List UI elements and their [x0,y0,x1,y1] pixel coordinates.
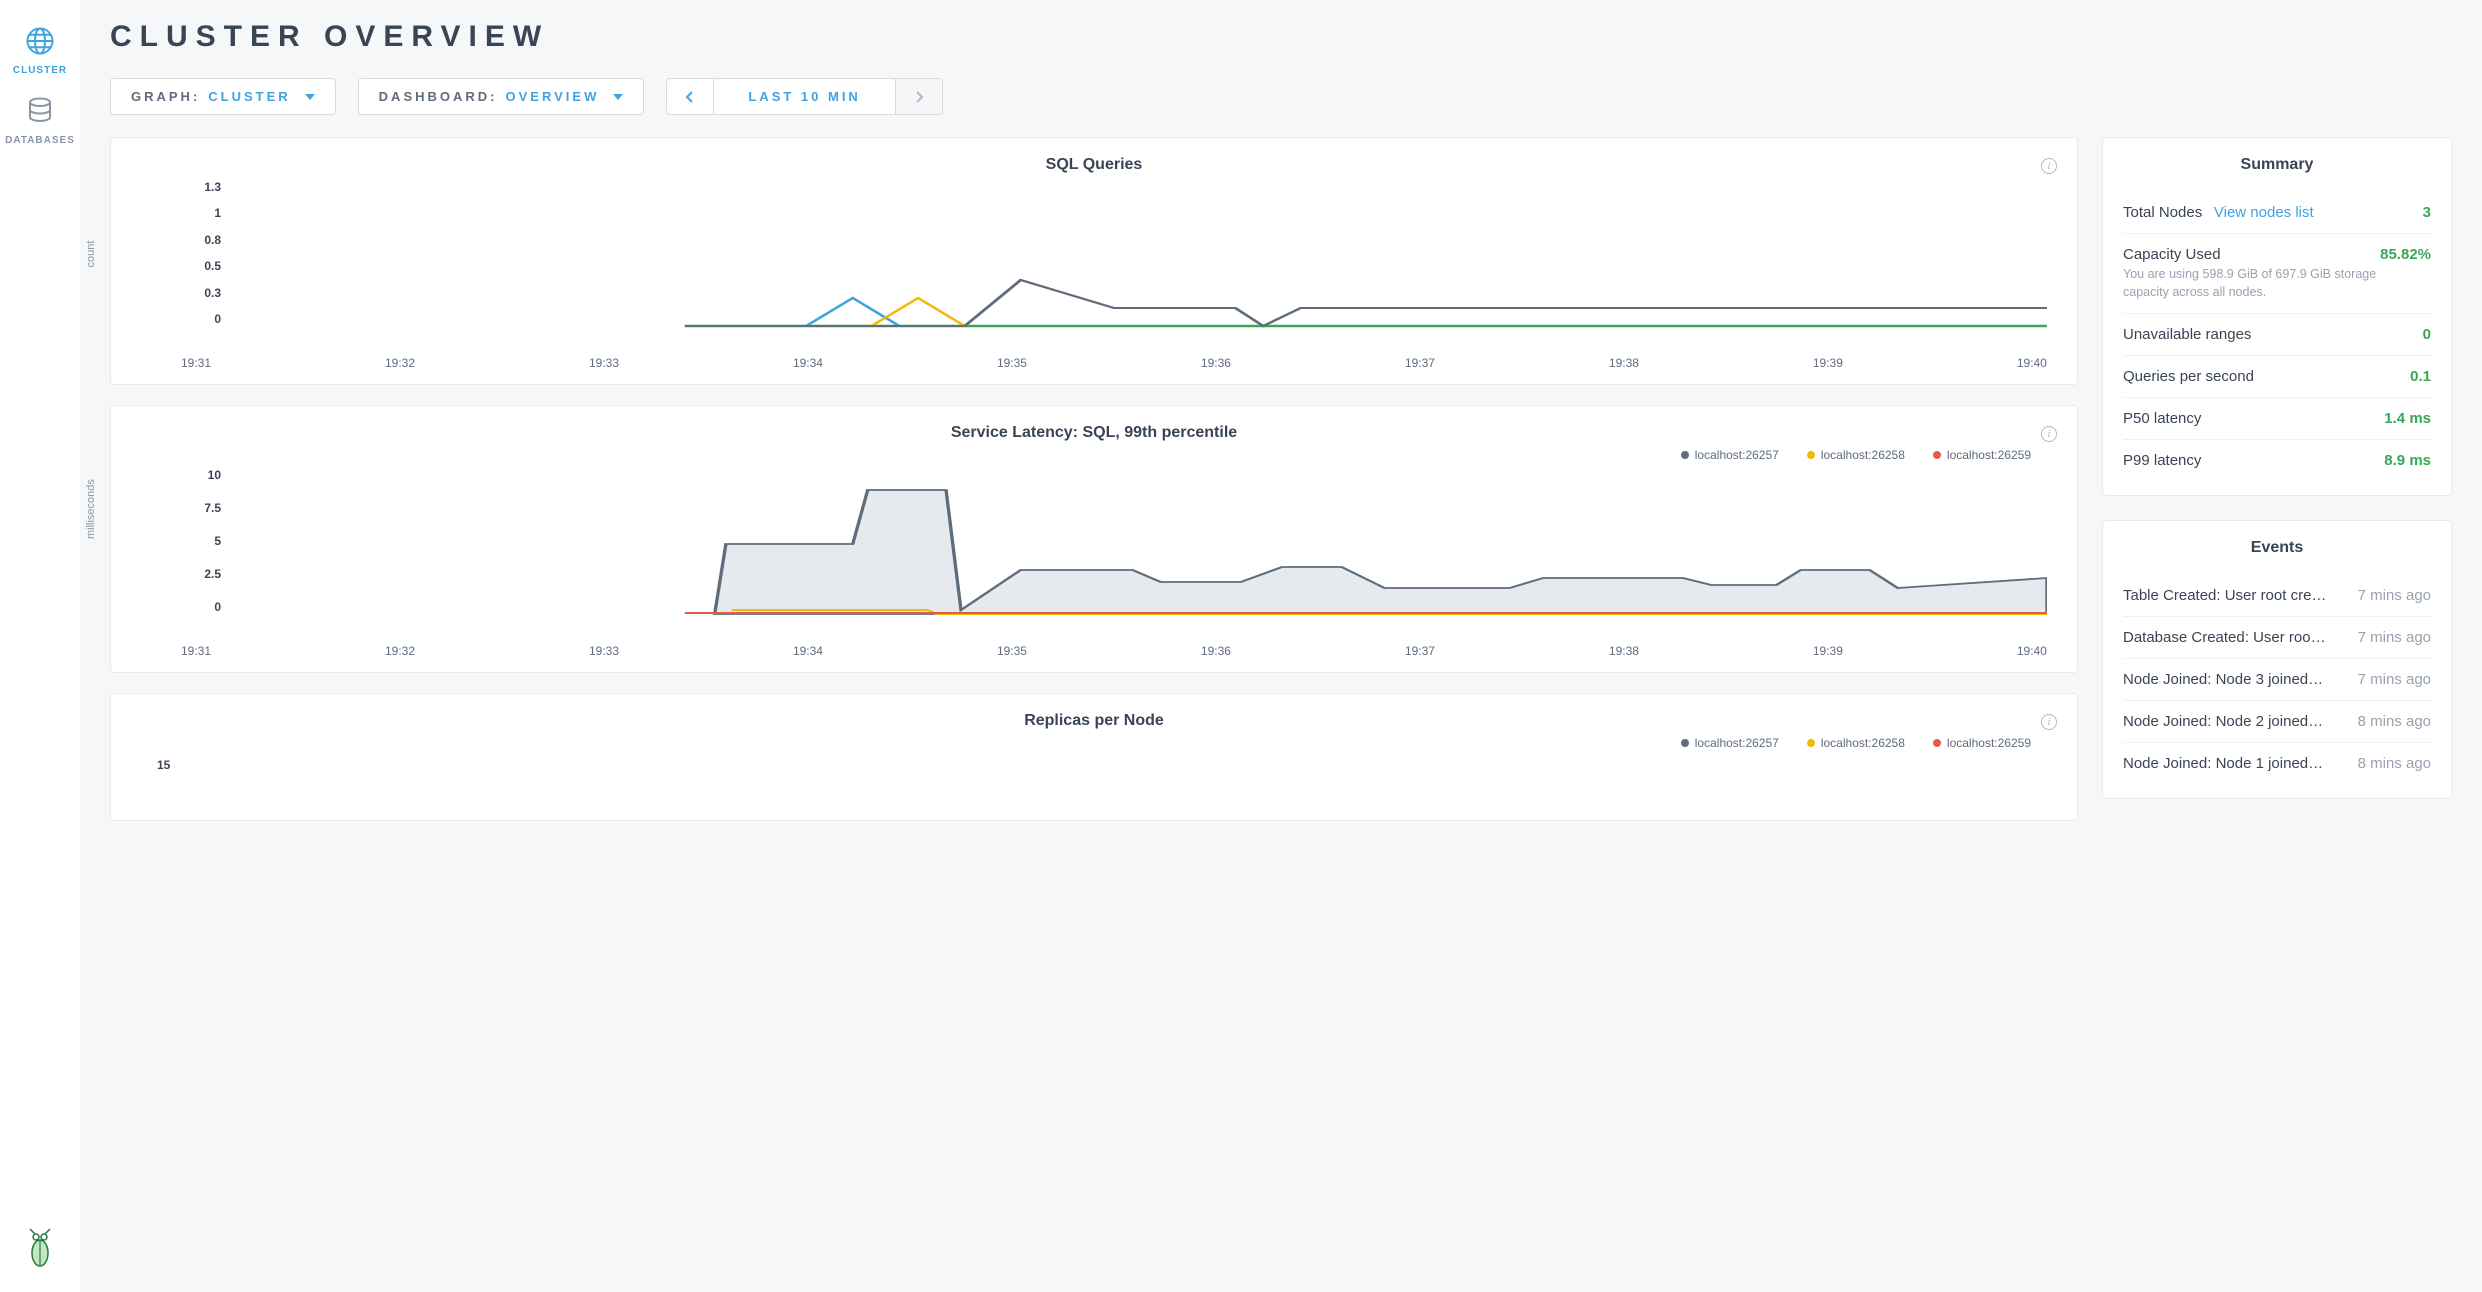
summary-label: Unavailable ranges [2123,326,2251,343]
sidebar-item-label: DATABASES [5,135,75,146]
chart-card-sql-queries: i SQL Queries count 1.3 1 0.8 0.5 0.3 0 [110,137,2078,385]
summary-value: 0 [2423,326,2431,343]
sidebar-item-databases[interactable]: DATABASES [0,86,80,156]
event-row[interactable]: Database Created: User roo… 7 mins ago [2123,617,2431,659]
event-text: Table Created: User root cre… [2123,587,2348,604]
chart-plot-area: 10 7.5 5 2.5 0 [181,468,2047,638]
database-icon [25,96,55,129]
summary-value: 3 [2423,204,2431,221]
dashboard-dropdown-value: OVERVIEW [506,89,600,104]
summary-subtext: You are using 598.9 GiB of 697.9 GiB sto… [2123,266,2380,301]
view-nodes-link[interactable]: View nodes list [2214,204,2314,221]
dashboard-dropdown-label: DASHBOARD: [379,89,498,104]
event-text: Database Created: User roo… [2123,629,2348,646]
event-row[interactable]: Node Joined: Node 3 joined… 7 mins ago [2123,659,2431,701]
y-axis-label: milliseconds [85,479,97,539]
chevron-down-icon [305,94,315,100]
time-next-button[interactable] [896,79,942,114]
event-text: Node Joined: Node 3 joined… [2123,671,2348,688]
graph-dropdown-label: GRAPH: [131,89,200,104]
chart-legend: localhost:26257 localhost:26258 localhos… [131,448,2031,462]
y-axis-ticks: 10 7.5 5 2.5 0 [181,468,221,614]
legend-item: localhost:26257 [1681,736,1779,750]
legend-item: localhost:26258 [1807,736,1905,750]
event-row[interactable]: Node Joined: Node 1 joined… 8 mins ago [2123,743,2431,784]
event-time: 7 mins ago [2358,587,2431,604]
controls-bar: GRAPH: CLUSTER DASHBOARD: OVERVIEW LAST … [110,78,2452,115]
globe-icon [25,26,55,59]
info-icon[interactable]: i [2041,426,2057,442]
chevron-left-icon [685,91,695,103]
x-axis-ticks: 19:31 19:32 19:33 19:34 19:35 19:36 19:3… [181,356,2047,370]
legend-dot-icon [1681,451,1689,459]
event-row[interactable]: Node Joined: Node 2 joined… 8 mins ago [2123,701,2431,743]
summary-label: P99 latency [2123,452,2201,469]
summary-label: Capacity Used [2123,246,2380,263]
summary-row-total-nodes: Total Nodes View nodes list 3 [2123,192,2431,234]
time-prev-button[interactable] [667,79,714,114]
legend-dot-icon [1807,451,1815,459]
sidebar-item-cluster[interactable]: CLUSTER [0,16,80,86]
time-range-label[interactable]: LAST 10 MIN [714,79,895,114]
chart-plot-area: 15 [181,756,2057,806]
chart-plot-area: 1.3 1 0.8 0.5 0.3 0 [181,180,2047,350]
legend-dot-icon [1807,739,1815,747]
chart-card-service-latency: i Service Latency: SQL, 99th percentile … [110,405,2078,673]
summary-row-capacity: Capacity Used You are using 598.9 GiB of… [2123,234,2431,314]
chevron-right-icon [914,91,924,103]
summary-row-unavailable: Unavailable ranges 0 [2123,314,2431,356]
legend-dot-icon [1681,739,1689,747]
summary-label: Queries per second [2123,368,2254,385]
summary-row-p99: P99 latency 8.9 ms [2123,440,2431,481]
dashboard-dropdown[interactable]: DASHBOARD: OVERVIEW [358,78,645,115]
chevron-down-icon [613,94,623,100]
event-text: Node Joined: Node 1 joined… [2123,755,2348,772]
summary-label: Total Nodes [2123,204,2202,221]
summary-row-p50: P50 latency 1.4 ms [2123,398,2431,440]
summary-panel: Summary Total Nodes View nodes list 3 Ca… [2102,137,2452,496]
info-icon[interactable]: i [2041,158,2057,174]
legend-item: localhost:26259 [1933,448,2031,462]
sidebar: CLUSTER DATABASES [0,0,80,1292]
summary-value: 1.4 ms [2384,410,2431,427]
summary-label: P50 latency [2123,410,2201,427]
graph-dropdown[interactable]: GRAPH: CLUSTER [110,78,336,115]
y-axis-ticks: 1.3 1 0.8 0.5 0.3 0 [181,180,221,326]
sidebar-item-label: CLUSTER [13,65,67,76]
graph-dropdown-value: CLUSTER [208,89,290,104]
events-title: Events [2123,539,2431,557]
chart-title: Replicas per Node [131,712,2057,730]
summary-title: Summary [2123,156,2431,174]
event-time: 7 mins ago [2358,629,2431,646]
legend-item: localhost:26257 [1681,448,1779,462]
event-time: 8 mins ago [2358,713,2431,730]
time-range-group: LAST 10 MIN [666,78,942,115]
info-icon[interactable]: i [2041,714,2057,730]
legend-dot-icon [1933,451,1941,459]
chart-legend: localhost:26257 localhost:26258 localhos… [131,736,2031,750]
legend-item: localhost:26258 [1807,448,1905,462]
chart-title: SQL Queries [131,156,2057,174]
summary-value: 0.1 [2410,368,2431,385]
cockroach-logo-icon [22,1227,58,1272]
events-panel: Events Table Created: User root cre… 7 m… [2102,520,2452,799]
summary-value: 85.82% [2380,246,2431,263]
x-axis-ticks: 19:31 19:32 19:33 19:34 19:35 19:36 19:3… [181,644,2047,658]
event-text: Node Joined: Node 2 joined… [2123,713,2348,730]
page-title: CLUSTER OVERVIEW [110,20,2452,54]
summary-value: 8.9 ms [2384,452,2431,469]
event-time: 8 mins ago [2358,755,2431,772]
summary-row-qps: Queries per second 0.1 [2123,356,2431,398]
legend-dot-icon [1933,739,1941,747]
chart-card-replicas: i Replicas per Node localhost:26257 loca… [110,693,2078,821]
event-time: 7 mins ago [2358,671,2431,688]
legend-item: localhost:26259 [1933,736,2031,750]
y-axis-label: count [85,241,97,268]
chart-title: Service Latency: SQL, 99th percentile [131,424,2057,442]
event-row[interactable]: Table Created: User root cre… 7 mins ago [2123,575,2431,617]
y-tick: 15 [157,758,170,772]
